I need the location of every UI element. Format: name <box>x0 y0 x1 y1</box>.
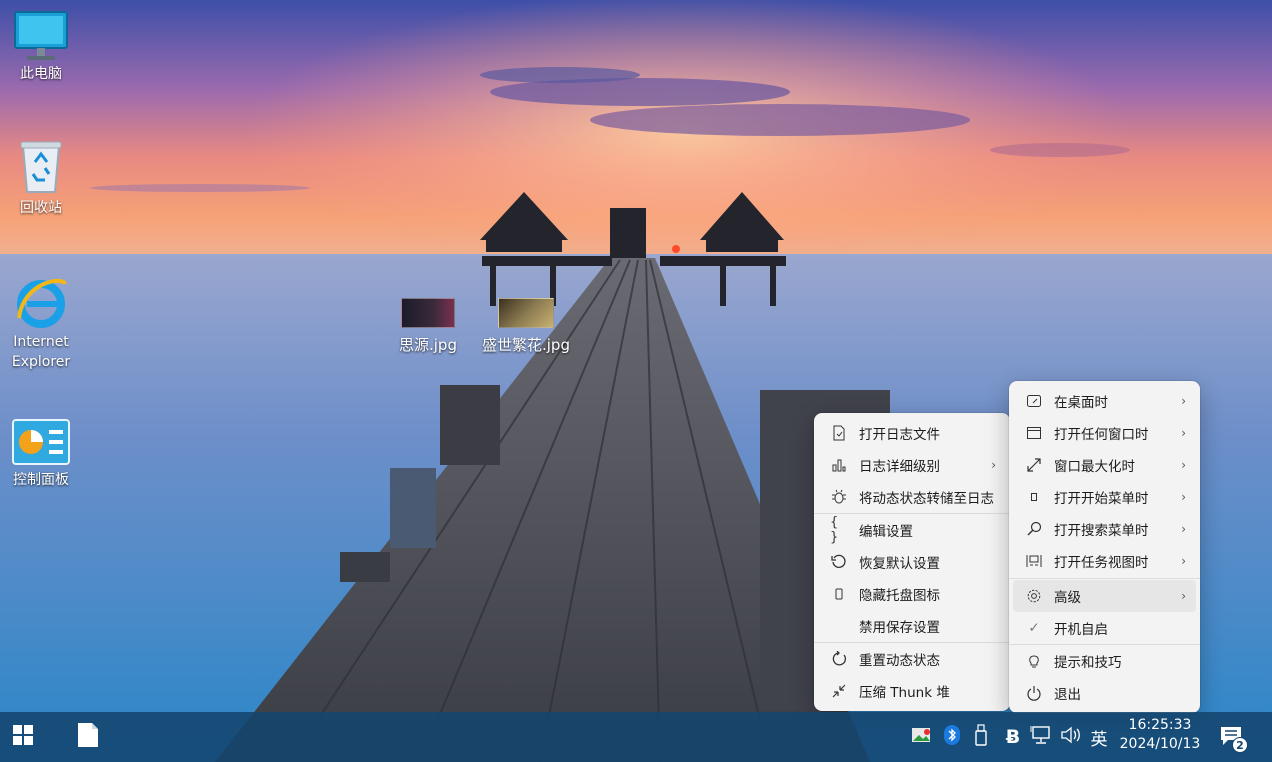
file-label: 思源.jpg <box>399 336 457 354</box>
chevron-right-icon: › <box>1181 490 1186 504</box>
desktop-icon-recycle-bin[interactable]: 回收站 <box>1 138 81 218</box>
tray-usb[interactable] <box>970 712 992 762</box>
usb-drive-icon <box>975 724 987 750</box>
tray-app-tb[interactable]: Ƀ <box>1000 712 1026 762</box>
power-icon <box>1025 684 1043 702</box>
notification-center-button[interactable]: 2 <box>1216 712 1250 762</box>
tray-network[interactable] <box>1028 712 1054 762</box>
window-icon <box>1025 424 1043 442</box>
context-menu-tools: 打开日志文件 日志详细级别 › 将动态状态转储至日志 { } 编辑设置 恢复默认… <box>814 413 1010 711</box>
menu-item-open-log-file[interactable]: 打开日志文件 <box>818 417 1006 449</box>
document-icon <box>77 722 99 752</box>
desktop-icon-label: 此电脑 <box>20 66 62 82</box>
menu-item-autostart[interactable]: ✓ 开机自启 <box>1013 612 1196 644</box>
gear-icon <box>1025 587 1043 605</box>
search-icon <box>1025 520 1043 538</box>
menu-item-dump-state[interactable]: 将动态状态转储至日志 <box>818 481 1006 513</box>
menu-item-edit-settings[interactable]: { } 编辑设置 <box>818 514 1006 546</box>
network-icon <box>1030 725 1052 749</box>
chevron-right-icon: › <box>1181 589 1186 603</box>
start-menu-icon <box>1025 488 1043 506</box>
bluetooth-icon <box>944 725 960 749</box>
control-panel-icon <box>1 410 81 468</box>
windows-logo-icon <box>13 725 33 749</box>
lightbulb-icon <box>1025 652 1043 670</box>
chevron-right-icon: › <box>991 458 996 472</box>
photo-app-icon <box>912 726 932 748</box>
image-thumbnail <box>401 298 455 328</box>
desktop-icon-this-pc[interactable]: 此电脑 <box>1 4 81 84</box>
menu-item-advanced[interactable]: 高级 › <box>1013 580 1196 612</box>
compress-icon <box>830 682 848 700</box>
desktop-icon-internet-explorer[interactable]: Internet Explorer <box>1 272 81 372</box>
menu-item-disable-save-settings[interactable]: 禁用保存设置 <box>818 610 1006 642</box>
taskbar-clock[interactable]: 16:25:33 2024/10/13 <box>1112 712 1208 762</box>
desktop-icon-label: Internet Explorer <box>11 334 71 370</box>
monitor-icon <box>1 4 81 62</box>
image-thumbnail <box>498 298 554 328</box>
menu-item-task-view-open[interactable]: 打开任务视图时 › <box>1013 545 1196 577</box>
log-file-icon <box>830 424 848 442</box>
menu-item-on-desktop[interactable]: 在桌面时 › <box>1013 385 1196 417</box>
desktop-file-shengshifanhua[interactable]: 盛世繁花.jpg <box>478 298 574 355</box>
chevron-right-icon: › <box>1181 394 1186 408</box>
menu-item-window-maximized[interactable]: 窗口最大化时 › <box>1013 449 1196 481</box>
recycle-bin-icon <box>1 138 81 196</box>
bug-icon <box>830 488 848 506</box>
desktop-icon-label: 控制面板 <box>13 472 69 488</box>
menu-separator <box>1009 578 1200 579</box>
desktop-icon-label: 回收站 <box>20 200 62 216</box>
taskbar-file-button[interactable] <box>66 712 110 762</box>
file-label: 盛世繁花.jpg <box>482 336 570 354</box>
check-icon: ✓ <box>1028 620 1040 636</box>
menu-item-log-level[interactable]: 日志详细级别 › <box>818 449 1006 481</box>
menu-item-start-menu-open[interactable]: 打开开始菜单时 › <box>1013 481 1196 513</box>
restore-icon <box>830 553 848 571</box>
internet-explorer-icon <box>1 272 81 330</box>
clock-date: 2024/10/13 <box>1119 736 1201 752</box>
notification-icon: 2 <box>1220 724 1248 753</box>
menu-item-any-window-open[interactable]: 打开任何窗口时 › <box>1013 417 1196 449</box>
tray-app-icon[interactable] <box>908 712 936 762</box>
chevron-right-icon: › <box>1181 554 1186 568</box>
speaker-icon <box>1060 726 1082 748</box>
context-menu-main: 在桌面时 › 打开任何窗口时 › 窗口最大化时 › 打开开始菜单时 › 打开搜索… <box>1009 381 1200 713</box>
reset-icon <box>830 650 848 668</box>
tray-input-method[interactable]: 英 <box>1086 712 1112 762</box>
start-button[interactable] <box>0 712 46 762</box>
tray-rect-icon <box>830 585 848 603</box>
menu-item-tips[interactable]: 提示和技巧 <box>1013 645 1196 677</box>
menu-item-search-menu-open[interactable]: 打开搜索菜单时 › <box>1013 513 1196 545</box>
notification-count-badge: 2 <box>1232 737 1248 753</box>
menu-item-reset-state[interactable]: 重置动态状态 <box>818 643 1006 675</box>
braces-icon: { } <box>830 515 839 545</box>
desktop-file-siyuan[interactable]: 思源.jpg <box>396 298 460 355</box>
task-view-icon <box>1025 552 1043 570</box>
chevron-right-icon: › <box>1181 458 1186 472</box>
tb-app-icon: Ƀ <box>1005 726 1021 748</box>
menu-item-exit[interactable]: 退出 <box>1013 677 1196 709</box>
bar-chart-icon <box>830 456 848 474</box>
clock-time: 16:25:33 <box>1128 717 1192 733</box>
menu-item-restore-defaults[interactable]: 恢复默认设置 <box>818 546 1006 578</box>
chevron-right-icon: › <box>1181 426 1186 440</box>
tray-volume[interactable] <box>1058 712 1084 762</box>
tray-bluetooth[interactable] <box>940 712 964 762</box>
desktop-icon <box>1025 392 1043 410</box>
chevron-right-icon: › <box>1181 522 1186 536</box>
menu-item-compress-thunk-heap[interactable]: 压缩 Thunk 堆 <box>818 675 1006 707</box>
menu-item-hide-tray-icon[interactable]: 隐藏托盘图标 <box>818 578 1006 610</box>
desktop-icon-control-panel[interactable]: 控制面板 <box>1 410 81 490</box>
maximize-icon <box>1025 456 1043 474</box>
